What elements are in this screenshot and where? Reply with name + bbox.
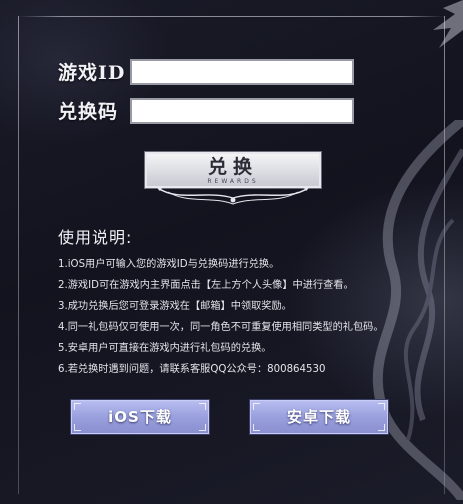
corner-mark-icon	[199, 403, 206, 410]
game-id-input[interactable]	[130, 58, 354, 85]
redeem-panel: 游戏ID 兑换码 兑换 REWARDS 使用说明: 1.iOS用户可输入您的游戏…	[0, 0, 463, 504]
instructions-list: 1.iOS用户可输入您的游戏ID与兑换码进行兑换。 2.游戏ID可在游戏内主界面…	[58, 254, 458, 380]
instruction-item: 4.同一礼包码仅可使用一次，同一角色不可重复使用相同类型的礼包码。	[58, 322, 384, 333]
frame-left-line	[18, 16, 19, 494]
corner-mark-icon	[199, 424, 206, 431]
corner-mark-icon	[378, 403, 385, 410]
redeem-button-label: 兑换	[207, 156, 258, 178]
android-download-label: 安卓下载	[286, 408, 351, 426]
redeem-code-row: 兑换码	[58, 97, 354, 124]
ios-download-label: iOS下载	[108, 408, 172, 426]
redeem-code-label: 兑换码	[58, 101, 119, 123]
instructions-title: 使用说明:	[58, 228, 133, 247]
corner-mark-icon	[74, 403, 81, 410]
corner-mark-icon	[253, 424, 260, 431]
game-id-row: 游戏ID	[58, 58, 354, 85]
android-download-button[interactable]: 安卓下载	[249, 399, 389, 435]
redeem-code-input[interactable]	[130, 97, 354, 124]
corner-mark-icon	[74, 424, 81, 431]
frame-top-line	[18, 16, 445, 17]
corner-mark-icon	[378, 424, 385, 431]
instruction-item: 2.游戏ID可在游戏内主界面点击【左上方个人头像】中进行查看。	[58, 280, 354, 291]
redeem-button-wrap: 兑换 REWARDS	[138, 148, 328, 208]
instruction-item: 3.成功兑换后您可登录游戏在【邮箱】中领取奖励。	[58, 301, 292, 312]
scroll-ornament-icon	[157, 187, 309, 205]
instruction-item: 1.iOS用户可输入您的游戏ID与兑换码进行兑换。	[58, 259, 280, 270]
instruction-item: 5.安卓用户可直接在游戏内进行礼包码的兑换。	[58, 343, 272, 354]
corner-ornament-icon	[433, 0, 463, 48]
game-id-label: 游戏ID	[58, 62, 126, 84]
ios-download-button[interactable]: iOS下载	[70, 399, 210, 435]
corner-mark-icon	[253, 403, 260, 410]
instruction-item: 6.若兑换时遇到问题，请联系客服QQ公众号：800864530	[58, 364, 326, 375]
